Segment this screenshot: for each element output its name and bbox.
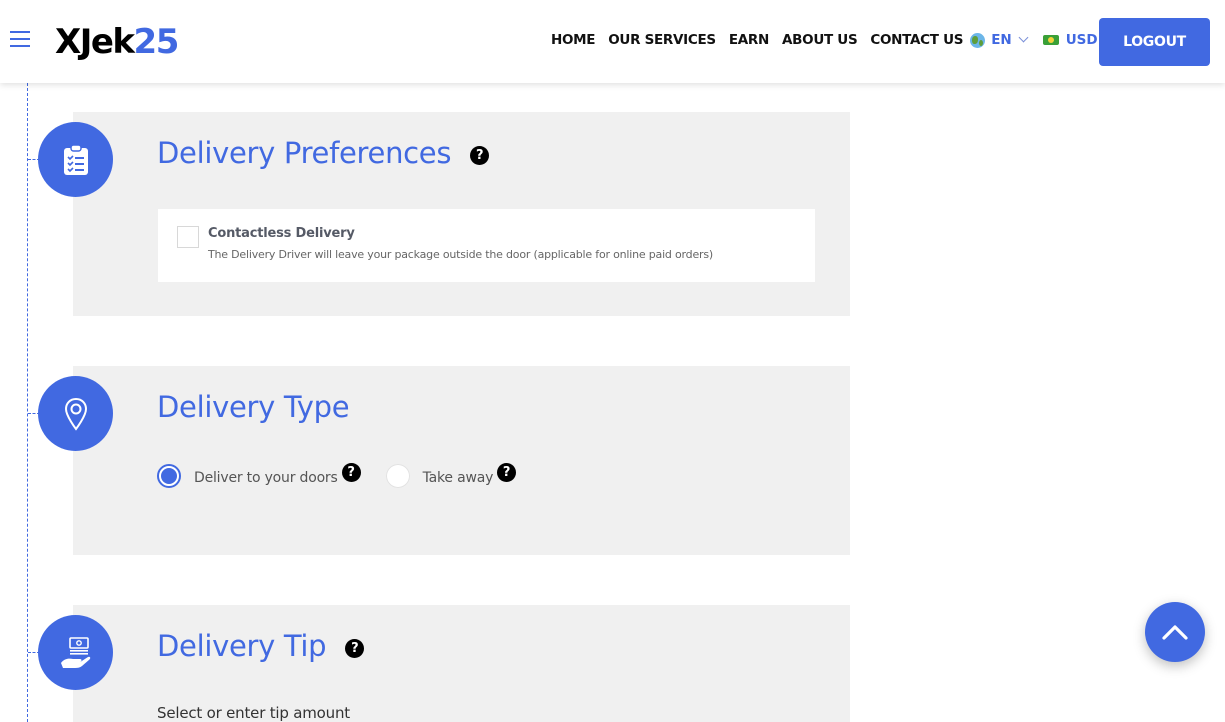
- nav-earn[interactable]: EARN: [729, 32, 769, 48]
- globe-icon: [970, 32, 986, 48]
- option-description: The Delivery Driver will leave your pack…: [208, 248, 713, 261]
- section-title: Delivery Preferences ?: [157, 136, 490, 170]
- radio-take-away[interactable]: [385, 464, 410, 488]
- help-icon[interactable]: ?: [341, 463, 361, 482]
- radio-label: Deliver to your doors: [194, 469, 338, 486]
- delivery-preferences-title: Delivery Preferences: [157, 136, 452, 170]
- tip-subtitle: Select or enter tip amount: [157, 704, 350, 722]
- menu-icon[interactable]: [10, 31, 30, 49]
- header: XJek25 HOME OUR SERVICES EARN ABOUT US C…: [0, 0, 1225, 83]
- section-title: Delivery Tip ?: [157, 629, 365, 663]
- map-pin-icon: [64, 397, 87, 431]
- delivery-type-title: Delivery Type: [157, 390, 350, 424]
- chevron-up-icon: [1162, 625, 1188, 640]
- nav-home[interactable]: HOME: [551, 32, 596, 48]
- radio-label: Take away: [422, 469, 494, 486]
- language-selector[interactable]: EN: [970, 32, 1029, 48]
- nav-our-services[interactable]: OUR SERVICES: [608, 32, 716, 48]
- logo-text: XJek: [55, 22, 135, 62]
- option-title: Contactless Delivery: [208, 226, 355, 241]
- chevron-down-icon: [1018, 32, 1029, 43]
- help-icon[interactable]: ?: [470, 146, 490, 165]
- section-icon-circle: [38, 376, 113, 451]
- main-nav: HOME OUR SERVICES EARN ABOUT US CONTACT …: [551, 30, 1115, 50]
- radio-deliver-to-doors[interactable]: [157, 464, 181, 488]
- language-value: EN: [991, 32, 1012, 48]
- contactless-delivery-checkbox[interactable]: [177, 226, 199, 248]
- help-icon[interactable]: ?: [345, 639, 365, 658]
- logo-accent: 25: [133, 22, 180, 62]
- section-icon-circle: [38, 122, 113, 197]
- money-bill-icon: [1042, 35, 1059, 45]
- nav-about-us[interactable]: ABOUT US: [782, 32, 858, 48]
- contactless-delivery-option[interactable]: Contactless Delivery The Delivery Driver…: [158, 209, 815, 282]
- nav-contact-us[interactable]: CONTACT US: [870, 32, 963, 48]
- clipboard-checklist-icon: [63, 143, 88, 175]
- section-icon-circle: [38, 615, 113, 690]
- hand-money-icon: [60, 636, 90, 668]
- currency-value: USD: [1065, 32, 1098, 48]
- delivery-type-options: Deliver to your doors ? Take away ?: [157, 463, 517, 488]
- help-icon[interactable]: ?: [497, 463, 517, 482]
- timeline-line: [27, 83, 28, 722]
- delivery-tip-title: Delivery Tip: [157, 629, 327, 663]
- logo[interactable]: XJek25: [55, 22, 180, 62]
- logout-button[interactable]: LOGOUT: [1099, 18, 1210, 66]
- scroll-to-top-button[interactable]: [1145, 602, 1205, 662]
